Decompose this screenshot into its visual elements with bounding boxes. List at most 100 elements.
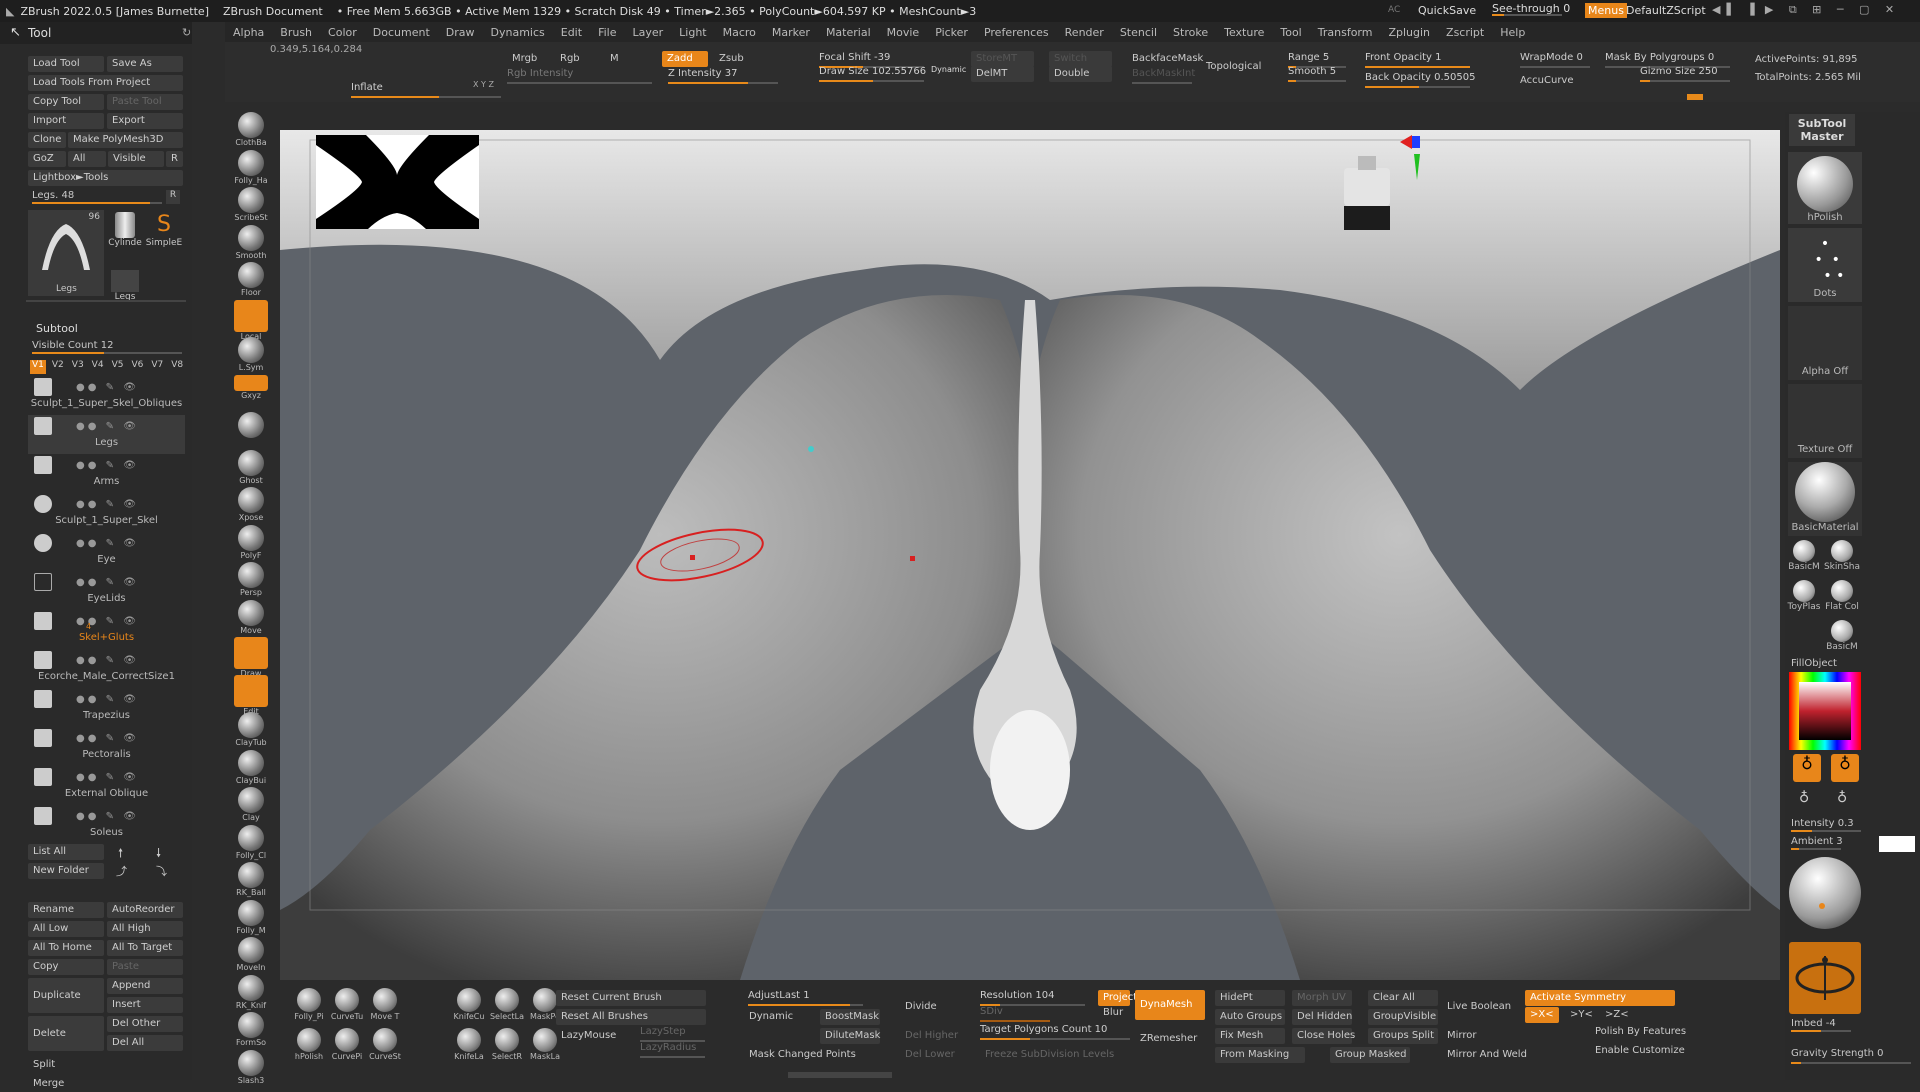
target-polygons-slider[interactable]: Target Polygons Count 10 xyxy=(980,1024,1130,1040)
menus-toggle[interactable]: Menus xyxy=(1585,3,1627,18)
clone-button[interactable]: Clone xyxy=(28,132,66,148)
load-tool-button[interactable]: Load Tool xyxy=(28,56,104,72)
del-lower-button[interactable]: Del Lower xyxy=(900,1047,960,1063)
shelf-folly-cl[interactable]: Folly_Cl xyxy=(231,824,271,860)
all-to-home-button[interactable]: All To Home xyxy=(28,940,104,956)
clear-all-button[interactable]: Clear All xyxy=(1368,990,1438,1006)
subtool-controls[interactable]: ●● ✎ 👁 xyxy=(76,733,139,744)
rename-button[interactable]: Rename xyxy=(28,902,104,918)
save-as-button[interactable]: Save As xyxy=(107,56,183,72)
shelf-draw[interactable]: Draw xyxy=(231,637,271,678)
version-v1[interactable]: V1 xyxy=(30,360,46,374)
cylinder-thumb[interactable]: Cylinde xyxy=(106,212,144,248)
reset-current-brush-button[interactable]: Reset Current Brush xyxy=(556,990,706,1006)
del-hidden-button[interactable]: Del Hidden xyxy=(1292,1009,1352,1025)
blur-slider[interactable]: Blur xyxy=(1098,1005,1130,1021)
material-swatch[interactable]: BasicM xyxy=(1823,620,1861,652)
divide-button[interactable]: Divide xyxy=(900,999,960,1015)
lightbox-tools-button[interactable]: Lightbox►Tools xyxy=(28,170,183,186)
window-controls[interactable]: ◀▌ ▌▶ ⧉ ⊞ ─ ▢ ✕ xyxy=(1712,3,1900,17)
activate-symmetry-button[interactable]: Activate Symmetry xyxy=(1525,990,1675,1006)
shelf-clay[interactable]: Clay xyxy=(231,787,271,822)
range-slider[interactable]: Range 5 xyxy=(1288,52,1346,68)
subtool-controls[interactable]: ●● ✎ 👁 xyxy=(76,382,139,393)
subtool-item[interactable]: ●● ✎ 👁 Pectoralis xyxy=(28,727,185,766)
menu-file[interactable]: File xyxy=(590,26,624,39)
menu-material[interactable]: Material xyxy=(818,26,879,39)
autoreorder-button[interactable]: AutoReorder xyxy=(107,902,183,918)
sdiv-slider[interactable]: SDiv xyxy=(980,1006,1050,1022)
all-to-target-button[interactable]: All To Target xyxy=(107,940,183,956)
light-off-icon[interactable]: ♁ xyxy=(1799,790,1809,806)
scroll-handle[interactable] xyxy=(788,1072,892,1078)
adjustlast-slider[interactable]: AdjustLast 1 xyxy=(748,990,863,1006)
shelf-blank[interactable] xyxy=(231,412,271,438)
menu-render[interactable]: Render xyxy=(1057,26,1112,39)
shelf-scribest[interactable]: ScribeSt xyxy=(231,187,271,222)
zsub-button[interactable]: Zsub xyxy=(714,51,749,67)
axis-gizmo[interactable] xyxy=(1340,132,1420,232)
import-button[interactable]: Import xyxy=(28,113,104,129)
light-bulb-icon[interactable]: ♁ xyxy=(1793,754,1821,782)
goz-visible-button[interactable]: Visible xyxy=(108,151,164,167)
delmt-button[interactable]: DelMT xyxy=(971,66,1034,82)
append-button[interactable]: Append xyxy=(107,978,183,994)
version-v2[interactable]: V2 xyxy=(50,360,66,374)
arrow-up-icon[interactable]: 🠕 xyxy=(118,844,123,865)
current-tool-thumb[interactable]: 96 Legs xyxy=(28,210,104,296)
resolution-slider[interactable]: Resolution 104 xyxy=(980,990,1085,1006)
menu-document[interactable]: Document xyxy=(365,26,438,39)
subtool-controls[interactable]: ●● ✎ 👁 xyxy=(76,538,139,549)
hpolish-brush-tile[interactable]: hPolish xyxy=(1788,152,1862,224)
shelf-rk-knif[interactable]: RK_Knif xyxy=(231,974,271,1010)
mirror-button[interactable]: Mirror xyxy=(1442,1028,1552,1044)
shelf-persp[interactable]: Persp xyxy=(231,562,271,597)
brush-shortcut[interactable]: CurvePi xyxy=(328,1028,366,1061)
shelf-xpose[interactable]: Xpose xyxy=(231,487,271,522)
subtool-item[interactable]: ●● ✎ 👁 Eye xyxy=(28,532,185,571)
m-button[interactable]: M xyxy=(605,51,624,67)
material-swatch[interactable]: SkinSha xyxy=(1823,540,1861,572)
backmaskint-slider[interactable]: BackMaskInt xyxy=(1132,68,1195,84)
menu-light[interactable]: Light xyxy=(671,26,714,39)
paste-tool-button[interactable]: Paste Tool xyxy=(107,94,183,110)
back-opacity-slider[interactable]: Back Opacity 0.50505 xyxy=(1365,72,1475,88)
subtool-controls[interactable]: ●● ✎ 👁 xyxy=(76,694,139,705)
brush-shortcut[interactable]: CurveTu xyxy=(328,988,366,1021)
shelf-gxyz[interactable]: Gxyz xyxy=(231,374,271,400)
shelf-claybui[interactable]: ClayBui xyxy=(231,749,271,785)
version-v5[interactable]: V5 xyxy=(110,360,126,374)
zremesher-button[interactable]: ZRemesher xyxy=(1135,1024,1205,1054)
refresh-icon[interactable]: ↻ xyxy=(182,26,191,39)
version-v8[interactable]: V8 xyxy=(169,360,185,374)
menu-edit[interactable]: Edit xyxy=(553,26,590,39)
menu-marker[interactable]: Marker xyxy=(764,26,818,39)
list-all-button[interactable]: List All xyxy=(28,844,104,860)
quicksave-button[interactable]: QuickSave xyxy=(1418,4,1476,17)
menu-layer[interactable]: Layer xyxy=(624,26,671,39)
group-masked-button[interactable]: Group Masked xyxy=(1330,1047,1410,1063)
menu-help[interactable]: Help xyxy=(1492,26,1533,39)
shelf-move[interactable]: Move xyxy=(231,599,271,635)
all-high-button[interactable]: All High xyxy=(107,921,183,937)
legs-slider[interactable]: Legs. 48 xyxy=(32,190,162,201)
accucurve-button[interactable]: AccuCurve xyxy=(1515,73,1579,89)
goz-all-button[interactable]: All xyxy=(68,151,106,167)
backfacemask-button[interactable]: BackfaceMask xyxy=(1127,51,1203,67)
close-holes-button[interactable]: Close Holes xyxy=(1292,1028,1355,1044)
version-v4[interactable]: V4 xyxy=(90,360,106,374)
fix-mesh-button[interactable]: Fix Mesh xyxy=(1215,1028,1285,1044)
visible-count-slider[interactable]: Visible Count 12 xyxy=(32,340,113,351)
shelf-smooth[interactable]: Smooth xyxy=(231,224,271,260)
dynamesh-button[interactable]: DynaMesh xyxy=(1135,990,1205,1020)
paste-button[interactable]: Paste xyxy=(107,959,183,975)
wrapmode-slider[interactable]: WrapMode 0 xyxy=(1520,52,1590,68)
move-up-icon[interactable]: ⤴ xyxy=(116,863,127,879)
light-sphere[interactable] xyxy=(1789,857,1861,929)
brush-shortcut[interactable]: SelectLa xyxy=(488,988,526,1021)
subtool-controls[interactable]: ●● ✎ 👁 xyxy=(76,460,139,471)
brush-shortcut[interactable]: CurveSt xyxy=(366,1028,404,1061)
goz-r-button[interactable]: R xyxy=(166,151,183,167)
light-off-icon[interactable]: ♁ xyxy=(1837,790,1847,806)
menu-preferences[interactable]: Preferences xyxy=(976,26,1057,39)
